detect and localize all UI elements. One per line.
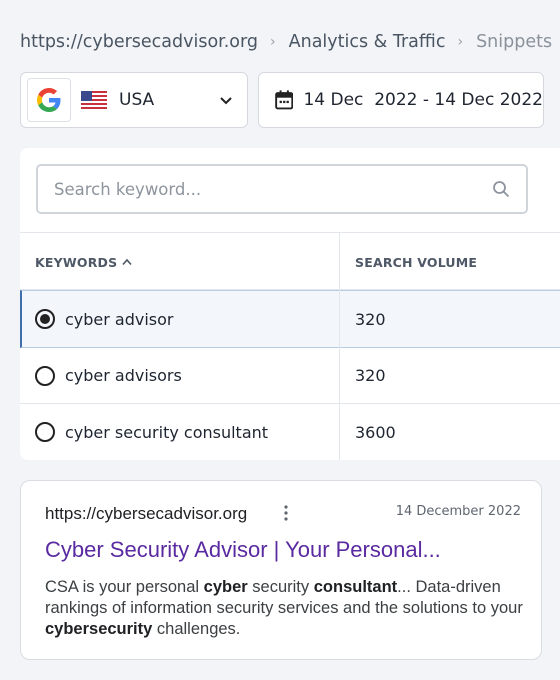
desc-highlight: cyber: [203, 578, 248, 596]
search-input[interactable]: [54, 179, 454, 199]
search-icon[interactable]: [492, 180, 510, 198]
keywords-panel: KEYWORDS SEARCH VOLUME cyber advisor 320…: [20, 148, 560, 460]
desc-text: security: [247, 578, 314, 596]
radio-button[interactable]: [35, 309, 55, 329]
volume-cell: 320: [355, 366, 386, 385]
radio-dot: [40, 314, 50, 324]
country-label: USA: [119, 90, 155, 110]
country-engine-select[interactable]: USA: [20, 72, 248, 128]
snippet-description: CSA is your personal cyber security cons…: [45, 577, 525, 640]
keyword-cell: cyber advisors: [65, 366, 182, 385]
chevron-down-icon: [220, 97, 232, 105]
table-row[interactable]: cyber security consultant 3600: [20, 404, 560, 460]
breadcrumb: https://cybersecadvisor.org › Analytics …: [20, 30, 552, 54]
table-header: KEYWORDS SEARCH VOLUME: [20, 232, 560, 290]
snippet-url[interactable]: https://cybersecadvisor.org: [45, 504, 247, 524]
search-volume-header-label: SEARCH VOLUME: [355, 254, 478, 270]
desc-text: CSA is your personal: [45, 578, 204, 596]
keyword-cell: cyber advisor: [65, 309, 174, 329]
snippet-date: 14 December 2022: [395, 504, 521, 519]
calendar-icon: [275, 90, 294, 110]
breadcrumb-site[interactable]: https://cybersecadvisor.org: [20, 32, 258, 52]
snippet-title[interactable]: Cyber Security Advisor | Your Personal..…: [45, 537, 441, 563]
breadcrumb-snippets: Snippets: [476, 32, 553, 52]
radio-button[interactable]: [35, 422, 55, 442]
column-header-keywords[interactable]: KEYWORDS: [35, 233, 132, 291]
chevron-right-icon: ›: [457, 34, 464, 50]
keyword-cell: cyber security consultant: [65, 422, 269, 442]
keywords-header-label: KEYWORDS: [35, 254, 118, 270]
column-header-search-volume[interactable]: SEARCH VOLUME: [355, 233, 477, 291]
column-divider: [339, 232, 340, 460]
breadcrumb-analytics[interactable]: Analytics & Traffic: [289, 32, 446, 52]
desc-text: challenges.: [152, 620, 241, 638]
serp-snippet-preview: https://cybersecadvisor.org 14 December …: [20, 480, 542, 660]
more-vertical-icon[interactable]: [281, 503, 291, 523]
table-row[interactable]: cyber advisor 320: [20, 290, 560, 348]
desc-highlight: consultant: [313, 578, 398, 596]
sort-ascending-icon: [122, 258, 132, 266]
chevron-right-icon: ›: [270, 34, 276, 50]
date-range-text: 14 Dec 2022 - 14 Dec 2022: [303, 90, 543, 110]
desc-highlight: cybersecurity: [45, 620, 153, 638]
usa-flag-icon: [81, 91, 107, 109]
volume-cell: 320: [355, 309, 386, 329]
table-row[interactable]: cyber advisors 320: [20, 348, 560, 404]
radio-button[interactable]: [35, 365, 55, 386]
search-box: [36, 164, 528, 214]
volume-cell: 3600: [355, 422, 396, 442]
google-g-icon: [27, 78, 71, 122]
date-range-picker[interactable]: 14 Dec 2022 - 14 Dec 2022: [258, 72, 544, 128]
